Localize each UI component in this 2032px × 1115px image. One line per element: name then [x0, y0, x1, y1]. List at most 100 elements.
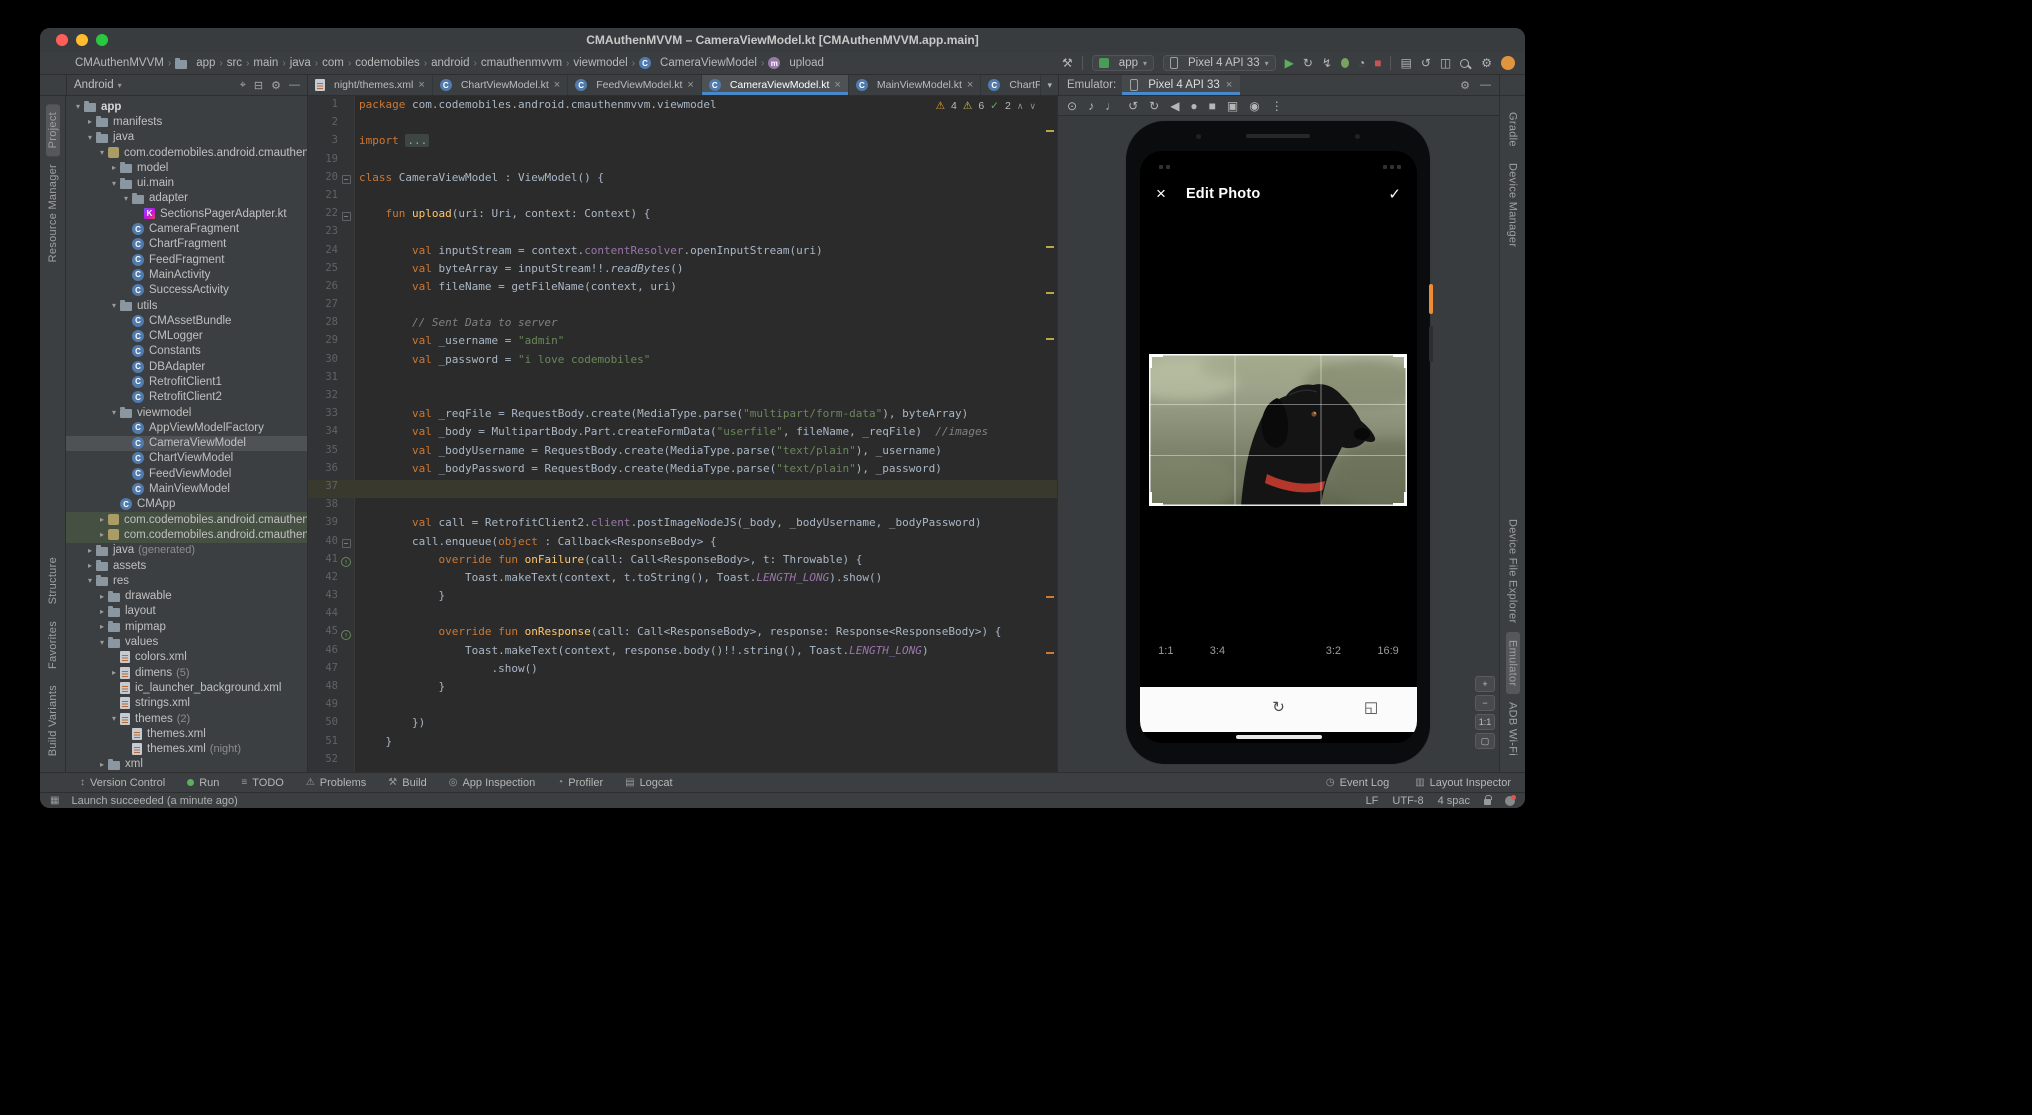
fold-toggle-icon[interactable]: −	[342, 212, 351, 221]
editor-tab[interactable]: night/themes.xml×	[308, 75, 433, 95]
stripe-item-structure[interactable]: Structure	[46, 549, 60, 612]
back-icon[interactable]: ◀	[1170, 100, 1179, 112]
panel-settings-icon[interactable]: ⚙	[271, 79, 281, 92]
tree-item[interactable]: themes.xml(night)	[66, 741, 307, 756]
tree-item[interactable]: themes.xml	[66, 726, 307, 741]
project-view-selector[interactable]: Android	[74, 79, 114, 91]
tree-item[interactable]: ▸model	[66, 160, 307, 175]
tree-arrow-icon[interactable]: ▾	[108, 179, 120, 188]
tree-arrow-icon[interactable]: ▸	[108, 668, 120, 677]
sdk-manager-button[interactable]: ◫	[1440, 57, 1451, 69]
rotate-photo-icon[interactable]: ↻	[1272, 700, 1285, 715]
more-icon[interactable]: ⋮	[1271, 100, 1283, 112]
apply-changes-button[interactable]: ↻	[1303, 57, 1313, 69]
tree-item[interactable]: CFeedViewModel	[66, 466, 307, 481]
tree-item[interactable]: ▸drawable	[66, 589, 307, 604]
tree-arrow-icon[interactable]: ▾	[108, 714, 120, 723]
tree-item[interactable]: colors.xml	[66, 650, 307, 665]
tree-item[interactable]: ▸dimens(5)	[66, 665, 307, 680]
profiler-button[interactable]: ◔	[1358, 57, 1365, 69]
tree-arrow-icon[interactable]: ▾	[84, 576, 96, 585]
tree-arrow-icon[interactable]: ▸	[96, 530, 108, 539]
tree-item[interactable]: ic_launcher_background.xml	[66, 680, 307, 695]
debug-button[interactable]	[1341, 58, 1349, 68]
tree-item[interactable]: ▾utils	[66, 298, 307, 313]
tool-window-button-profiler[interactable]: ◔Profiler	[557, 777, 603, 789]
stripe-item-device-file-explorer[interactable]: Device File Explorer	[1506, 511, 1520, 631]
breadcrumb-item[interactable]: main	[253, 57, 278, 69]
tree-item[interactable]: CDBAdapter	[66, 359, 307, 374]
tree-item[interactable]: CRetrofitClient2	[66, 390, 307, 405]
tree-arrow-icon[interactable]: ▸	[96, 592, 108, 601]
overview-icon[interactable]: ■	[1209, 100, 1216, 112]
snapshot-icon[interactable]: ◉	[1249, 100, 1259, 112]
tree-item[interactable]: CMainActivity	[66, 267, 307, 282]
tree-item[interactable]: ▾viewmodel	[66, 405, 307, 420]
inspections-widget[interactable]: ⚠4⚠6✓2∧∨	[931, 99, 1041, 113]
breadcrumb-item[interactable]: viewmodel	[573, 57, 627, 69]
collapse-all-icon[interactable]: ⊟	[254, 79, 263, 92]
breadcrumb-item[interactable]: mupload	[768, 57, 824, 69]
close-icon[interactable]: ×	[967, 79, 973, 91]
sync-project-button[interactable]: ↺	[1421, 57, 1431, 69]
stripe-item-adb-wi-fi[interactable]: ADB Wi-Fi	[1506, 694, 1520, 764]
tree-item[interactable]: ▾java	[66, 130, 307, 145]
tree-arrow-icon[interactable]: ▸	[84, 117, 96, 126]
tree-arrow-icon[interactable]: ▸	[84, 561, 96, 570]
tree-item[interactable]: CCameraFragment	[66, 221, 307, 236]
apply-code-changes-button[interactable]: ↯	[1322, 57, 1332, 69]
tree-arrow-icon[interactable]: ▾	[108, 408, 120, 417]
next-problem-icon[interactable]: ∨	[1029, 101, 1036, 112]
locate-file-icon[interactable]: ⌖	[240, 79, 246, 92]
zoom-fit-button[interactable]: ▢	[1475, 733, 1495, 749]
stripe-item-project[interactable]: Project	[46, 104, 60, 156]
tree-item[interactable]: ▸java(generated)	[66, 543, 307, 558]
hide-panel-icon[interactable]: —	[289, 79, 300, 92]
breadcrumb-item[interactable]: CMAuthenMVVM	[75, 57, 164, 69]
chevron-down-icon[interactable]: ▾	[118, 81, 122, 90]
tree-arrow-icon[interactable]: ▾	[108, 301, 120, 310]
ratio-option-16-9[interactable]: 16:9	[1377, 645, 1398, 657]
close-icon[interactable]: ×	[418, 79, 424, 91]
tree-arrow-icon[interactable]: ▸	[96, 607, 108, 616]
settings-button[interactable]: ⚙	[1481, 57, 1492, 69]
tree-item[interactable]: CCMLogger	[66, 328, 307, 343]
rotate-right-icon[interactable]: ↻	[1149, 100, 1159, 112]
lock-icon[interactable]	[1484, 799, 1491, 805]
tree-item[interactable]: KSectionsPagerAdapter.kt	[66, 206, 307, 221]
breadcrumb-item[interactable]: cmauthenmvvm	[481, 57, 562, 69]
stripe-item-gradle[interactable]: Gradle	[1506, 104, 1520, 155]
tree-arrow-icon[interactable]: ▾	[72, 102, 84, 111]
tree-item[interactable]: ▸com.codemobiles.android.cmauthenmvv	[66, 512, 307, 527]
stripe-item-favorites[interactable]: Favorites	[46, 613, 60, 677]
tool-windows-toggle-icon[interactable]: ▦	[50, 795, 59, 806]
tree-item[interactable]: ▾adapter	[66, 191, 307, 206]
tool-window-button-logcat[interactable]: ▤Logcat	[625, 777, 672, 789]
device-select[interactable]: Pixel 4 API 33▾	[1163, 55, 1276, 71]
ratio-option-3-2[interactable]: 3:2	[1326, 645, 1341, 657]
editor-tab[interactable]: CMainViewModel.kt×	[849, 75, 981, 95]
tree-item[interactable]: CCameraViewModel	[66, 436, 307, 451]
close-icon[interactable]: ×	[687, 79, 693, 91]
tree-arrow-icon[interactable]: ▸	[96, 515, 108, 524]
tree-arrow-icon[interactable]: ▾	[96, 148, 108, 157]
zoom-window-button[interactable]	[96, 34, 108, 46]
screenshot-icon[interactable]: ▣	[1227, 100, 1238, 112]
editor-tab[interactable]: CFeedViewModel.kt×	[568, 75, 702, 95]
breadcrumb-item[interactable]: app	[175, 57, 215, 69]
breadcrumb-item[interactable]: src	[227, 57, 242, 69]
tree-arrow-icon[interactable]: ▾	[96, 638, 108, 647]
crop-frame-icon[interactable]: ◱	[1364, 700, 1378, 715]
tree-item[interactable]: ▸mipmap	[66, 619, 307, 634]
minimize-window-button[interactable]	[76, 34, 88, 46]
tree-arrow-icon[interactable]: ▸	[96, 622, 108, 631]
tool-window-button-layout-inspector[interactable]: ▥Layout Inspector	[1415, 777, 1511, 789]
breadcrumb-item[interactable]: codemobiles	[355, 57, 420, 69]
tree-item[interactable]: CRetrofitClient1	[66, 374, 307, 389]
tool-window-button-problems[interactable]: ⚠Problems	[306, 777, 366, 789]
tree-item[interactable]: ▾com.codemobiles.android.cmauthenmvv	[66, 145, 307, 160]
override-marker-icon[interactable]: ↑	[341, 557, 351, 567]
tree-item[interactable]: CCMAssetBundle	[66, 313, 307, 328]
status-item[interactable]: 4 spac	[1438, 795, 1470, 807]
breadcrumb-item[interactable]: com	[322, 57, 344, 69]
